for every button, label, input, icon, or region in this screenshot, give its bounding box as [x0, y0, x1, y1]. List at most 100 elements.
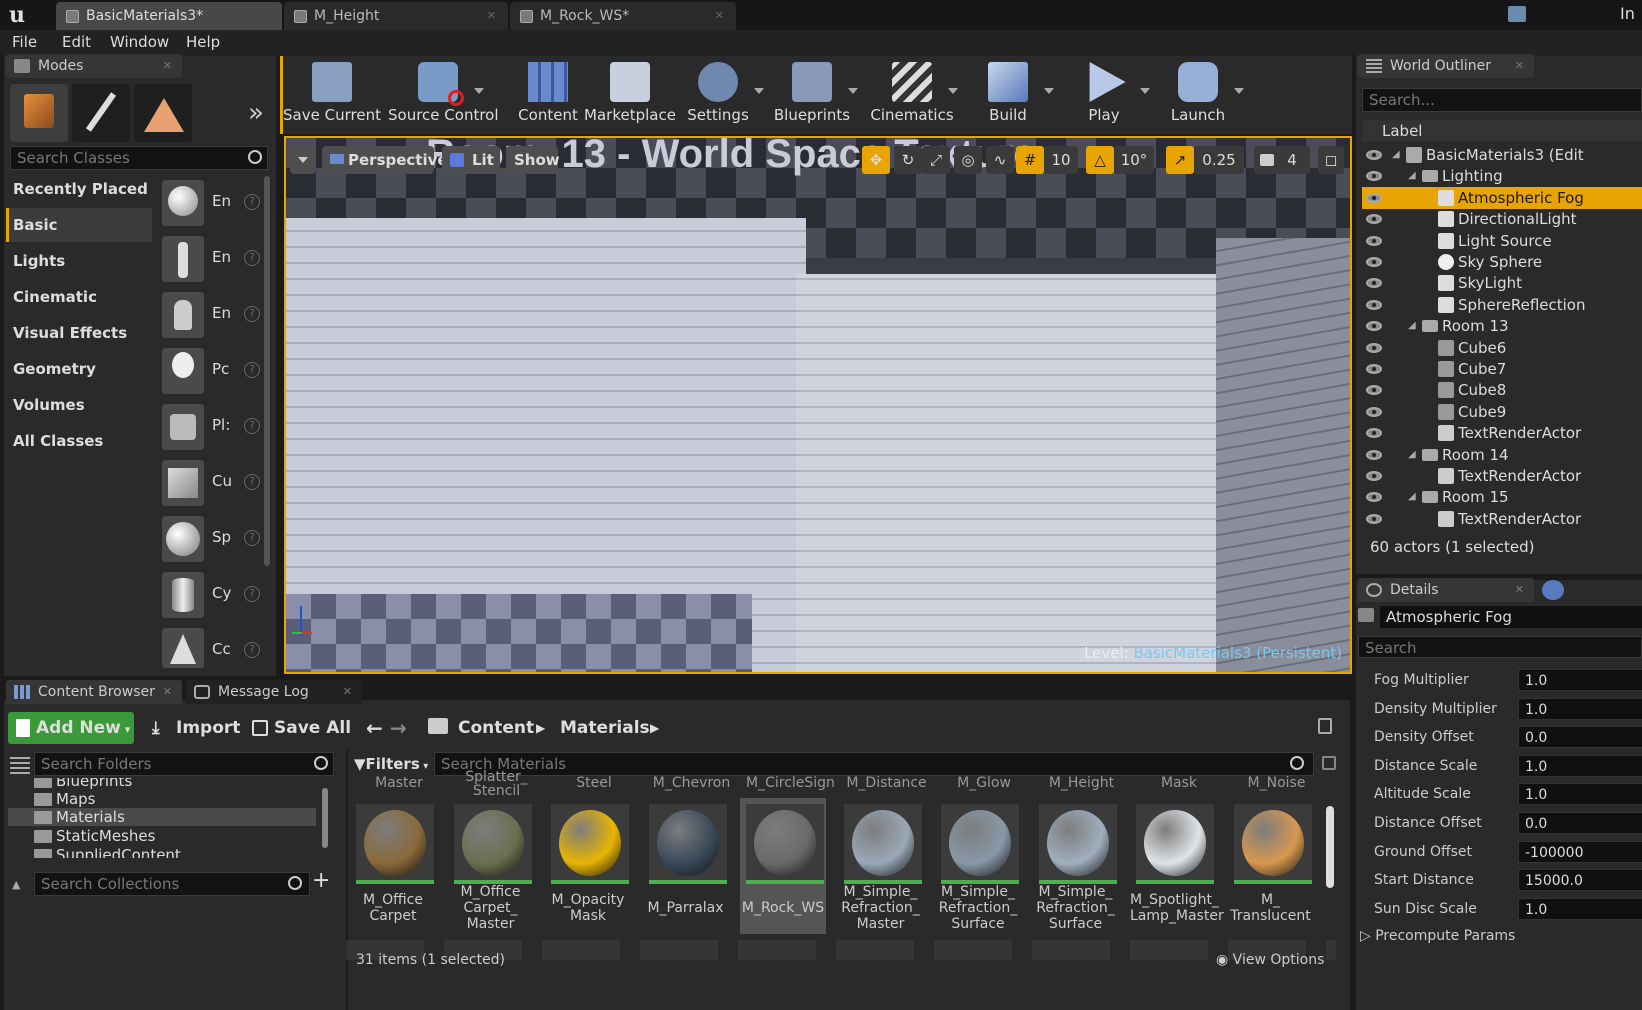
eye-icon[interactable] [1366, 278, 1382, 289]
outliner-row[interactable]: Cube8 [1362, 379, 1642, 401]
asset-tile[interactable]: M_Rock_WS [740, 798, 826, 934]
tab-modes[interactable]: Modes ✕ [6, 54, 182, 78]
property-value-input[interactable]: 1.0 [1518, 669, 1642, 691]
scale-snap-value[interactable]: 0.25 [1194, 146, 1244, 174]
camera-speed-button[interactable]: 4 [1254, 146, 1310, 174]
chevron-down-icon[interactable] [474, 88, 484, 94]
outliner-row[interactable]: Atmospheric Fog [1362, 186, 1642, 209]
asset-tile[interactable]: M_Simple_ Refraction_ Surface [935, 798, 1021, 934]
outliner-row[interactable]: TextRenderActor [1362, 465, 1642, 487]
help-icon[interactable]: ? [244, 474, 260, 490]
chevron-down-icon[interactable] [1044, 88, 1054, 94]
outliner-row[interactable]: SkyLight [1362, 272, 1642, 294]
outliner-row[interactable]: DirectionalLight [1362, 208, 1642, 230]
eye-icon[interactable] [1366, 385, 1382, 396]
forward-arrow-icon[interactable]: → [390, 712, 407, 744]
outliner-row[interactable]: ◢ Room 15 [1362, 486, 1642, 508]
asset-tile[interactable]: M_Opacity Mask [545, 798, 631, 934]
tab-world-outliner[interactable]: World Outliner ✕ [1358, 54, 1534, 78]
help-icon[interactable]: ? [244, 530, 260, 546]
path-materials[interactable]: Materials [560, 712, 650, 744]
category-visual-effects[interactable]: Visual Effects [6, 316, 152, 350]
close-icon[interactable]: ✕ [343, 680, 352, 704]
view-options-button[interactable]: ◉ View Options [1216, 952, 1324, 968]
tab-details[interactable]: Details ✕ [1358, 578, 1534, 602]
close-icon[interactable]: ✕ [715, 2, 724, 30]
help-icon[interactable]: ? [244, 362, 260, 378]
lock-icon[interactable] [1318, 718, 1332, 734]
outliner-row[interactable]: TextRenderActor [1362, 422, 1642, 444]
outliner-row[interactable]: ◢ Lighting [1362, 165, 1642, 187]
eye-icon[interactable] [1366, 257, 1382, 267]
outliner-row[interactable]: Cube6 [1362, 337, 1642, 359]
globe-icon[interactable] [1542, 580, 1564, 600]
folder-materials[interactable]: Materials [34, 808, 125, 826]
property-value-input[interactable]: 1.0 [1518, 754, 1642, 777]
help-icon[interactable]: ? [244, 586, 260, 602]
marketplace-button[interactable]: Marketplace [580, 58, 680, 128]
help-icon[interactable]: ? [244, 418, 260, 434]
property-value-input[interactable]: 15000.0 [1518, 869, 1642, 892]
details-search-input[interactable]: Search [1358, 636, 1642, 658]
property-value-input[interactable]: 0.0 [1518, 726, 1642, 749]
landscape-mode-button[interactable] [134, 84, 192, 142]
close-icon[interactable]: ✕ [487, 2, 496, 30]
tab-m-rock-ws[interactable]: M_Rock_WS* ✕ [510, 2, 736, 30]
actor-point-light[interactable]: Pc? [160, 344, 272, 400]
expand-arrow-icon[interactable]: ◢ [1408, 315, 1416, 337]
place-mode-button[interactable] [10, 84, 68, 142]
scrollbar[interactable] [322, 788, 328, 848]
asset-tile[interactable]: M_Simple_ Refraction_ Master [838, 798, 924, 934]
perspective-button[interactable]: Perspective [322, 146, 448, 174]
launch-button[interactable]: Launch [1148, 58, 1248, 128]
eye-icon[interactable] [1366, 449, 1382, 460]
menu-help[interactable]: Help [186, 33, 220, 53]
actor-empty-pawn[interactable]: En? [160, 288, 272, 344]
outliner-row[interactable]: Sky Sphere [1362, 251, 1642, 273]
precompute-params[interactable]: ▷ Precompute Params [1360, 928, 1515, 944]
rotation-snap-icon[interactable]: △ [1086, 146, 1114, 174]
close-icon[interactable]: ✕ [1515, 54, 1524, 78]
actor-player-start[interactable]: Pl:? [160, 400, 272, 456]
back-arrow-icon[interactable]: ← [366, 712, 383, 744]
close-icon[interactable]: ✕ [163, 54, 172, 78]
build-button[interactable]: Build [958, 58, 1058, 128]
close-icon[interactable]: ✕ [163, 680, 172, 704]
eye-icon[interactable] [1366, 492, 1382, 503]
menu-edit[interactable]: Edit [62, 33, 91, 53]
folder-suppliedcontent[interactable]: SuppliedContent [34, 846, 181, 858]
outliner-row[interactable]: ◢ Room 14 [1362, 444, 1642, 466]
rotation-snap-value[interactable]: 10° [1114, 146, 1154, 174]
source-control-button[interactable]: Source Control [388, 58, 499, 128]
search-materials-input[interactable]: Search Materials [434, 752, 1314, 776]
outliner-row[interactable]: Cube7 [1362, 358, 1642, 380]
add-collection-icon[interactable]: + [312, 868, 330, 893]
category-geometry[interactable]: Geometry [6, 352, 152, 386]
asset-tile[interactable]: M_Office Carpet [350, 798, 436, 934]
notification-icon[interactable] [1508, 6, 1526, 22]
collections-collapse-icon[interactable]: ▲ [12, 878, 20, 891]
actor-sphere[interactable]: Sp? [160, 512, 272, 568]
world-local-icon[interactable]: ◎ [954, 146, 982, 174]
chevron-down-icon[interactable] [1234, 88, 1244, 94]
property-value-input[interactable]: -100000 [1518, 840, 1642, 863]
expand-arrow-icon[interactable]: ◢ [1408, 444, 1416, 466]
property-value-input[interactable]: 1.0 [1518, 697, 1642, 720]
import-button[interactable]: ⤓ Import [150, 712, 240, 744]
eye-icon[interactable] [1366, 364, 1382, 374]
tab-content-browser[interactable]: Content Browser ✕ [6, 680, 182, 704]
asset-tile[interactable]: M_Spotlight_ Lamp_Master [1130, 798, 1224, 934]
category-all-classes[interactable]: All Classes [6, 424, 152, 458]
outliner-row[interactable]: Cube9 [1362, 401, 1642, 423]
tab-basicmaterials3[interactable]: BasicMaterials3* [56, 2, 282, 30]
category-recently-placed[interactable]: Recently Placed [6, 172, 152, 206]
cinematics-button[interactable]: Cinematics [862, 58, 962, 128]
actor-name-field[interactable]: Atmospheric Fog [1380, 606, 1642, 628]
chevron-down-icon[interactable] [848, 88, 858, 94]
save-current-button[interactable]: Save Current [282, 58, 382, 128]
eye-icon[interactable] [1366, 171, 1382, 182]
sources-toggle-icon[interactable] [10, 756, 30, 774]
eye-icon[interactable] [1366, 428, 1382, 439]
asset-tile[interactable]: M_Office Carpet_ Master [448, 798, 534, 934]
outliner-search-input[interactable]: Search... [1362, 88, 1642, 112]
